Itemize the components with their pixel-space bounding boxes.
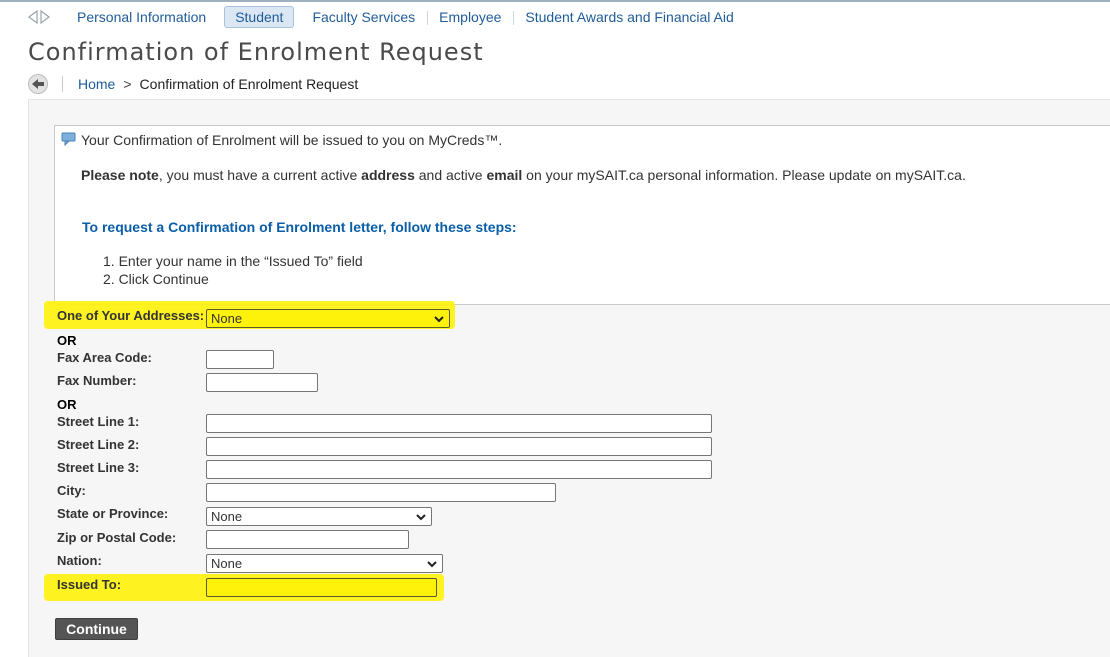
address-label: One of Your Addresses:	[57, 308, 205, 323]
nation-label: Nation:	[57, 553, 102, 568]
city-label: City:	[57, 483, 86, 498]
note-part: email	[486, 167, 523, 183]
city-input[interactable]	[206, 483, 556, 502]
state-province-select[interactable]: None	[206, 507, 432, 526]
info-note-text: Please note, you must have a current act…	[81, 167, 966, 183]
top-nav: Personal Information Student Faculty Ser…	[27, 6, 746, 28]
address-select[interactable]: None	[206, 309, 450, 328]
or-label: OR	[57, 333, 77, 348]
nav-arrows	[27, 10, 51, 24]
fax-number-input[interactable]	[206, 373, 318, 392]
breadcrumb-divider	[62, 76, 63, 92]
steps-heading: To request a Confirmation of Enrolment l…	[82, 219, 517, 235]
issued-to-input[interactable]	[206, 578, 437, 597]
note-part: , you must have a current active	[158, 167, 362, 183]
info-mycreds-text: Your Confirmation of Enrolment will be i…	[81, 132, 503, 148]
tab-student-awards[interactable]: Student Awards and Financial Aid	[513, 7, 745, 27]
state-province-label: State or Province:	[57, 506, 169, 521]
nation-select[interactable]: None	[206, 554, 443, 573]
street-line-1-label: Street Line 1:	[57, 414, 140, 429]
chevron-down-icon	[434, 315, 444, 322]
continue-button[interactable]: Continue	[55, 618, 138, 640]
step-item: 1. Enter your name in the “Issued To” fi…	[103, 253, 363, 269]
zip-postal-label: Zip or Postal Code:	[57, 530, 177, 545]
info-message-box: Your Confirmation of Enrolment will be i…	[54, 125, 1110, 305]
breadcrumb-home-link[interactable]: Home	[78, 76, 115, 92]
breadcrumb-current: Confirmation of Enrolment Request	[139, 76, 359, 92]
nav-left-arrow-icon[interactable]	[27, 10, 38, 24]
tab-faculty-services[interactable]: Faculty Services	[300, 7, 427, 27]
issued-to-label: Issued To:	[57, 577, 122, 592]
or-label: OR	[57, 397, 77, 412]
tab-student[interactable]: Student	[224, 6, 295, 28]
street-line-1-input[interactable]	[206, 414, 712, 433]
fax-area-code-label: Fax Area Code:	[57, 350, 152, 365]
nav-right-arrow-icon[interactable]	[40, 10, 51, 24]
info-message-icon	[61, 132, 76, 146]
street-line-2-label: Street Line 2:	[57, 437, 140, 452]
fax-number-label: Fax Number:	[57, 373, 137, 388]
steps-list: 1. Enter your name in the “Issued To” fi…	[103, 252, 363, 288]
chevron-down-icon	[416, 513, 426, 520]
fax-area-code-input[interactable]	[206, 350, 274, 369]
street-line-3-label: Street Line 3:	[57, 460, 140, 475]
note-part: Please note	[81, 167, 159, 183]
back-arrow-icon	[32, 79, 44, 89]
tab-personal-information[interactable]: Personal Information	[65, 7, 218, 27]
nation-select-value: None	[211, 556, 243, 571]
back-button[interactable]	[28, 74, 48, 94]
breadcrumb: Home > Confirmation of Enrolment Request	[28, 73, 358, 95]
chevron-down-icon	[427, 560, 437, 567]
step-item: 2. Click Continue	[103, 271, 209, 287]
breadcrumb-separator: >	[123, 76, 132, 92]
top-border	[0, 0, 1110, 2]
tab-employee[interactable]: Employee	[427, 7, 513, 27]
address-select-value: None	[211, 311, 243, 326]
street-line-3-input[interactable]	[206, 460, 712, 479]
note-part: on your mySAIT.ca personal information. …	[522, 167, 966, 183]
zip-postal-input[interactable]	[206, 530, 409, 549]
street-line-2-input[interactable]	[206, 437, 712, 456]
note-part: address	[361, 167, 415, 183]
note-part: and active	[414, 167, 487, 183]
state-select-value: None	[211, 509, 243, 524]
page-title: Confirmation of Enrolment Request	[28, 38, 484, 66]
